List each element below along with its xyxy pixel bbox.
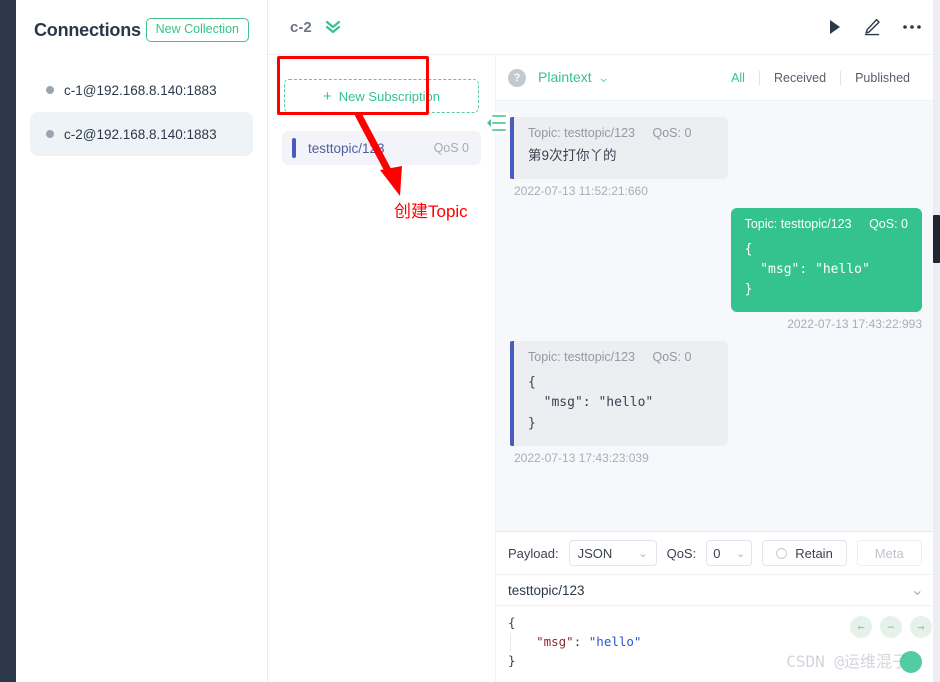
main-header: c-2 — [268, 0, 940, 55]
subscription-topic: testtopic/123 — [308, 140, 385, 156]
json-key: "msg" — [536, 633, 574, 649]
json-value: "hello" — [588, 633, 642, 649]
message-item: Topic: testtopic/123 QoS: 0 第9次打你丫的 2022… — [510, 117, 922, 198]
meta-button[interactable]: Meta — [856, 540, 922, 566]
left-nav-rail — [0, 0, 16, 682]
payload-format-value: Plaintext — [538, 69, 592, 85]
status-dot-icon — [46, 130, 54, 138]
payload-type-select[interactable]: JSON ⌄ — [568, 540, 657, 566]
message-topic: Topic: testtopic/123 — [528, 126, 636, 140]
message-timestamp: 2022-07-13 17:43:23:039 — [514, 450, 649, 465]
message-meta: Topic: testtopic/123 QoS: 0 — [528, 350, 714, 364]
connection-name: c-2 — [290, 18, 312, 36]
connection-list: c-1@192.168.8.140:1883 c-2@192.168.8.140… — [30, 68, 253, 156]
message-topic: Topic: testtopic/123 — [528, 350, 636, 365]
message-list[interactable]: Topic: testtopic/123 QoS: 0 第9次打你丫的 2022… — [496, 101, 940, 531]
subscriptions-panel: + New Subscription testtopic/123 QoS 0 — [268, 55, 509, 682]
chevron-double-down-icon[interactable] — [324, 19, 342, 35]
filter-published[interactable]: Published — [841, 71, 924, 85]
publish-topic-input[interactable]: testtopic/123 ⌄ — [496, 574, 940, 606]
chevron-down-icon: ⌄ — [736, 547, 746, 560]
sidebar-item-connection-c2[interactable]: c-2@192.168.8.140:1883 — [30, 112, 253, 156]
payload-type-value: JSON — [577, 545, 613, 561]
play-icon[interactable] — [828, 19, 842, 35]
new-subscription-label: New Subscription — [338, 88, 440, 104]
message-payload: 第9次打你丫的 — [528, 148, 617, 163]
connection-label: c-1@192.168.8.140:1883 — [64, 82, 217, 98]
qos-value: 0 — [713, 545, 721, 561]
chevron-down-icon: ⌄ — [638, 547, 648, 560]
message-filters: All Received Published — [717, 70, 924, 85]
pencil-icon[interactable] — [862, 17, 882, 37]
help-icon[interactable]: ? — [508, 68, 526, 87]
page-title: Connections — [34, 19, 141, 40]
chevron-down-icon[interactable]: ⌄ — [911, 580, 924, 600]
publish-panel: Payload: JSON ⌄ QoS: 0 ⌄ Retain Meta tes… — [496, 531, 940, 682]
connection-label: c-2@192.168.8.140:1883 — [64, 126, 217, 142]
minus-icon[interactable]: − — [880, 616, 902, 638]
radio-icon — [776, 547, 788, 559]
subscription-color-bar — [292, 138, 296, 158]
status-dot-icon — [46, 86, 54, 94]
message-qos: QoS: 0 — [869, 216, 908, 231]
new-subscription-button[interactable]: + New Subscription — [284, 79, 479, 113]
connections-sidebar: Connections New Collection c-1@192.168.8… — [16, 0, 268, 682]
publish-payload-editor[interactable]: { "msg": "hello" } ← − → CSDN @运维混子 — [496, 606, 940, 682]
message-timestamp: 2022-07-13 11:52:21:660 — [514, 183, 648, 198]
sidebar-item-connection-c1[interactable]: c-1@192.168.8.140:1883 — [30, 68, 253, 112]
message-qos: QoS: 0 — [652, 126, 692, 140]
message-bubble[interactable]: Topic: testtopic/123 QoS: 0 { "msg": "he… — [730, 207, 922, 313]
editor-buttons: ← − → — [850, 616, 932, 638]
vertical-scrollbar[interactable] — [933, 0, 940, 682]
publish-options: Payload: JSON ⌄ QoS: 0 ⌄ Retain Meta — [496, 532, 940, 574]
qos-label: QoS: — [666, 545, 697, 561]
json-separator: : — [573, 633, 589, 649]
chevron-down-icon: ⌄ — [597, 69, 610, 85]
scrollbar-thumb[interactable] — [933, 215, 940, 263]
header-actions — [828, 17, 922, 37]
more-horizontal-icon[interactable] — [902, 24, 922, 30]
qos-select[interactable]: 0 ⌄ — [706, 540, 753, 566]
filter-received[interactable]: Received — [760, 71, 840, 85]
publish-topic-value: testtopic/123 — [508, 582, 585, 598]
watermark-badge-icon — [900, 651, 922, 673]
message-payload: { "msg": "hello" } — [744, 241, 870, 298]
message-qos: QoS: 0 — [652, 350, 692, 365]
message-timestamp: 2022-07-13 17:43:22:993 — [787, 317, 922, 332]
sidebar-header: Connections New Collection — [30, 0, 253, 60]
message-bubble[interactable]: Topic: testtopic/123 QoS: 0 { "msg": "he… — [510, 341, 728, 446]
message-topic: Topic: testtopic/123 — [744, 216, 852, 231]
message-bubble[interactable]: Topic: testtopic/123 QoS: 0 第9次打你丫的 — [510, 117, 728, 179]
subscription-item[interactable]: testtopic/123 QoS 0 — [282, 131, 481, 165]
retain-checkbox[interactable]: Retain — [762, 540, 847, 566]
messages-toolbar: ? Plaintext ⌄ All Received Published — [496, 55, 940, 101]
main-panel: c-2 + New Subscription testtopic/123 QoS… — [268, 0, 940, 682]
message-meta: Topic: testtopic/123 QoS: 0 — [528, 126, 714, 140]
payload-label: Payload: — [508, 545, 559, 561]
message-meta: Topic: testtopic/123 QoS: 0 — [745, 217, 908, 231]
messages-column: ? Plaintext ⌄ All Received Published Top… — [496, 55, 940, 682]
workspace-row: + New Subscription testtopic/123 QoS 0 ?… — [268, 55, 940, 682]
payload-format-dropdown[interactable]: Plaintext ⌄ — [538, 69, 609, 86]
app-window: Connections New Collection c-1@192.168.8… — [0, 0, 940, 682]
message-item: Topic: testtopic/123 QoS: 0 { "msg": "he… — [510, 341, 922, 465]
message-item: Topic: testtopic/123 QoS: 0 { "msg": "he… — [510, 207, 922, 332]
arrow-right-icon[interactable]: → — [910, 616, 932, 638]
subscription-qos: QoS 0 — [433, 141, 469, 155]
retain-label: Retain — [795, 545, 833, 561]
watermark: CSDN @运维混子 — [786, 650, 922, 674]
plus-icon: + — [323, 87, 332, 105]
new-collection-button[interactable]: New Collection — [145, 17, 249, 43]
filter-all[interactable]: All — [717, 71, 759, 85]
watermark-text: CSDN @运维混子 — [786, 652, 908, 671]
message-payload: { "msg": "hello" } — [528, 375, 654, 431]
arrow-left-icon[interactable]: ← — [850, 616, 872, 638]
